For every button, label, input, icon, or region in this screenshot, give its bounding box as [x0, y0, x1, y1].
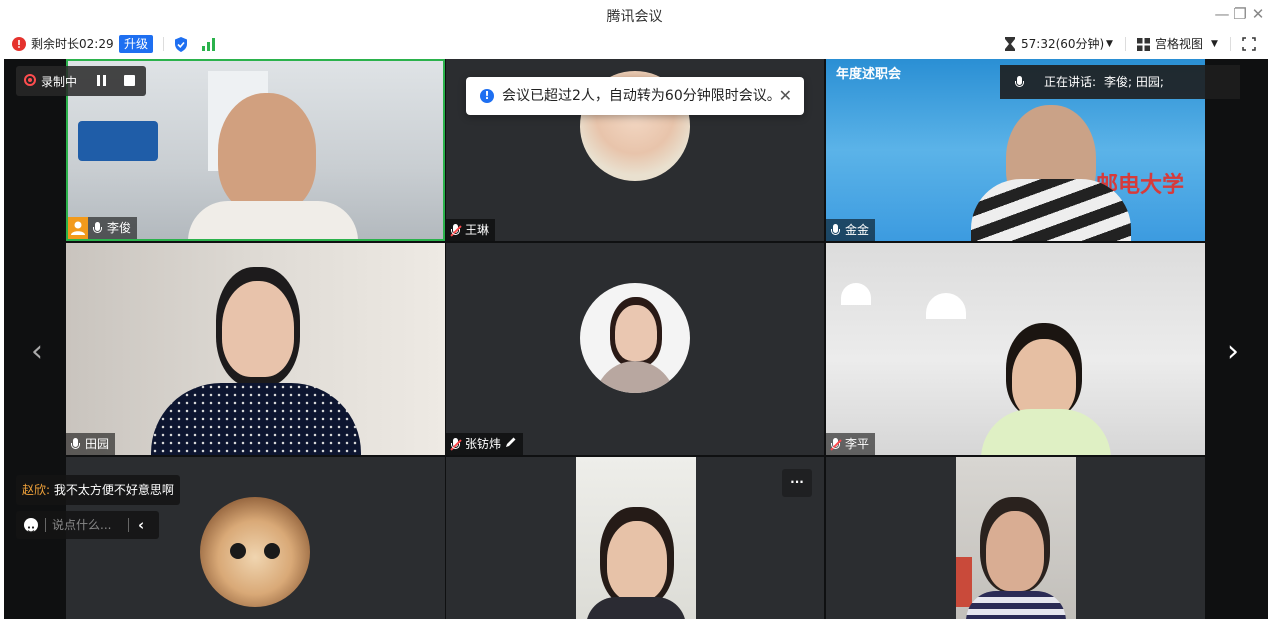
banner-text: 年度述职会 — [836, 67, 902, 82]
divider — [1125, 37, 1126, 51]
host-icon — [68, 217, 88, 239]
restore-button[interactable]: ❐ — [1230, 4, 1250, 24]
speaking-indicator: 正在讲话: 李俊; 田园; — [1000, 65, 1240, 99]
alert-icon — [12, 35, 28, 53]
video-tile[interactable]: 李平 — [826, 243, 1205, 455]
previous-page-arrow[interactable]: ‹ — [22, 334, 52, 369]
divider — [1230, 37, 1231, 51]
meeting-timer[interactable]: 57:32(60分钟) — [1021, 35, 1104, 53]
recording-dot-icon — [24, 74, 36, 86]
recording-bar: 录制中 — [16, 66, 146, 96]
divider — [163, 37, 164, 51]
participant-name: 金金 — [845, 223, 870, 237]
participant-namebar: 李平 — [826, 433, 876, 455]
grid-view-icon[interactable] — [1137, 35, 1150, 53]
participant-avatar — [580, 283, 690, 393]
more-options-button[interactable]: ··· — [782, 469, 812, 497]
participant-name: 王琳 — [465, 223, 490, 237]
view-mode-label[interactable]: 宫格视图 — [1155, 35, 1203, 53]
participant-namebar: 张钫炜 — [446, 433, 524, 455]
hourglass-icon — [1004, 35, 1016, 53]
window-title: 腾讯会议 — [606, 9, 663, 25]
microphone-muted-icon — [830, 437, 842, 451]
participant-shirt — [981, 409, 1111, 455]
participant-face — [218, 93, 316, 213]
portrait-video — [956, 457, 1076, 619]
chevron-down-icon[interactable]: ▼ — [1106, 35, 1113, 53]
toast-message: 会议已超过2人，自动转为60分钟限时会议。 — [502, 88, 781, 104]
collapse-chat-icon[interactable]: ‹ — [138, 511, 144, 539]
notification-toast: ! 会议已超过2人，自动转为60分钟限时会议。 ✕ — [466, 77, 804, 115]
sofa-background — [78, 121, 158, 161]
participant-name: 李平 — [845, 437, 870, 451]
signal-icon[interactable] — [202, 35, 216, 53]
microphone-active-icon — [1014, 76, 1025, 89]
chat-input-bar[interactable]: 说点什么... ‹ — [16, 511, 159, 539]
participant-face — [1012, 339, 1076, 419]
speaking-names: 李俊; 田园; — [1104, 75, 1164, 89]
pause-recording-icon[interactable] — [97, 75, 100, 86]
edit-pencil-icon[interactable] — [505, 433, 517, 455]
participant-namebar: 金金 — [826, 219, 876, 241]
chat-message: 我不太方便不好意思啊 — [53, 483, 174, 497]
security-shield-icon[interactable] — [174, 35, 188, 53]
cat-avatar — [200, 497, 310, 607]
microphone-muted-icon — [450, 223, 462, 237]
chat-input[interactable]: 说点什么... — [52, 511, 111, 539]
next-page-arrow[interactable]: › — [1218, 334, 1248, 369]
video-tile[interactable]: 张钫炜 — [446, 243, 824, 455]
video-tile[interactable]: ··· — [446, 457, 824, 619]
participant-shirt — [188, 201, 358, 239]
chevron-down-icon[interactable]: ▼ — [1211, 35, 1218, 53]
upgrade-button[interactable]: 升级 — [119, 35, 154, 53]
title-bar: 腾讯会议 — ❐ ✕ — [0, 0, 1269, 30]
chat-bubble: 赵欣: 我不太方便不好意思啊 — [16, 475, 180, 505]
microphone-muted-icon — [450, 437, 462, 451]
video-tile[interactable]: 田园 — [66, 243, 445, 455]
participant-namebar: 李俊 — [68, 217, 138, 239]
participant-face — [222, 281, 294, 377]
microphone-icon — [830, 223, 841, 237]
speaking-label: 正在讲话: — [1044, 75, 1097, 89]
video-grid: 李俊 王琳 年度述职会 邮电大学 金金 田园 张钫炜 李平 ··· 录制中 ! … — [4, 59, 1268, 619]
stop-recording-icon[interactable] — [124, 75, 135, 86]
microphone-icon — [92, 221, 103, 235]
fullscreen-icon[interactable] — [1242, 35, 1256, 53]
chat-sender: 赵欣: — [22, 483, 51, 497]
meeting-toolbar: 剩余时长02:29 升级 57:32(60分钟) ▼ 宫格视图 ▼ — [0, 30, 1269, 58]
microphone-icon — [70, 437, 81, 451]
close-button[interactable]: ✕ — [1248, 4, 1268, 24]
portrait-video — [576, 457, 696, 619]
participant-name: 张钫炜 — [465, 437, 502, 451]
emoji-icon[interactable] — [24, 518, 38, 533]
recording-label: 录制中 — [41, 75, 78, 89]
info-icon: ! — [480, 89, 494, 103]
video-tile[interactable] — [826, 457, 1205, 619]
pause-recording-icon[interactable] — [103, 75, 106, 86]
remaining-time: 剩余时长02:29 — [31, 37, 114, 51]
lamp-background — [926, 293, 966, 319]
participant-shirt — [151, 383, 361, 455]
participant-name: 李俊 — [107, 221, 132, 235]
lamp-background — [841, 283, 871, 305]
minimize-button[interactable]: — — [1212, 4, 1232, 24]
participant-namebar: 王琳 — [446, 219, 496, 241]
participant-namebar: 田园 — [66, 433, 116, 455]
participant-name: 田园 — [85, 437, 110, 451]
participant-shirt — [971, 179, 1131, 241]
close-icon[interactable]: ✕ — [779, 77, 792, 115]
